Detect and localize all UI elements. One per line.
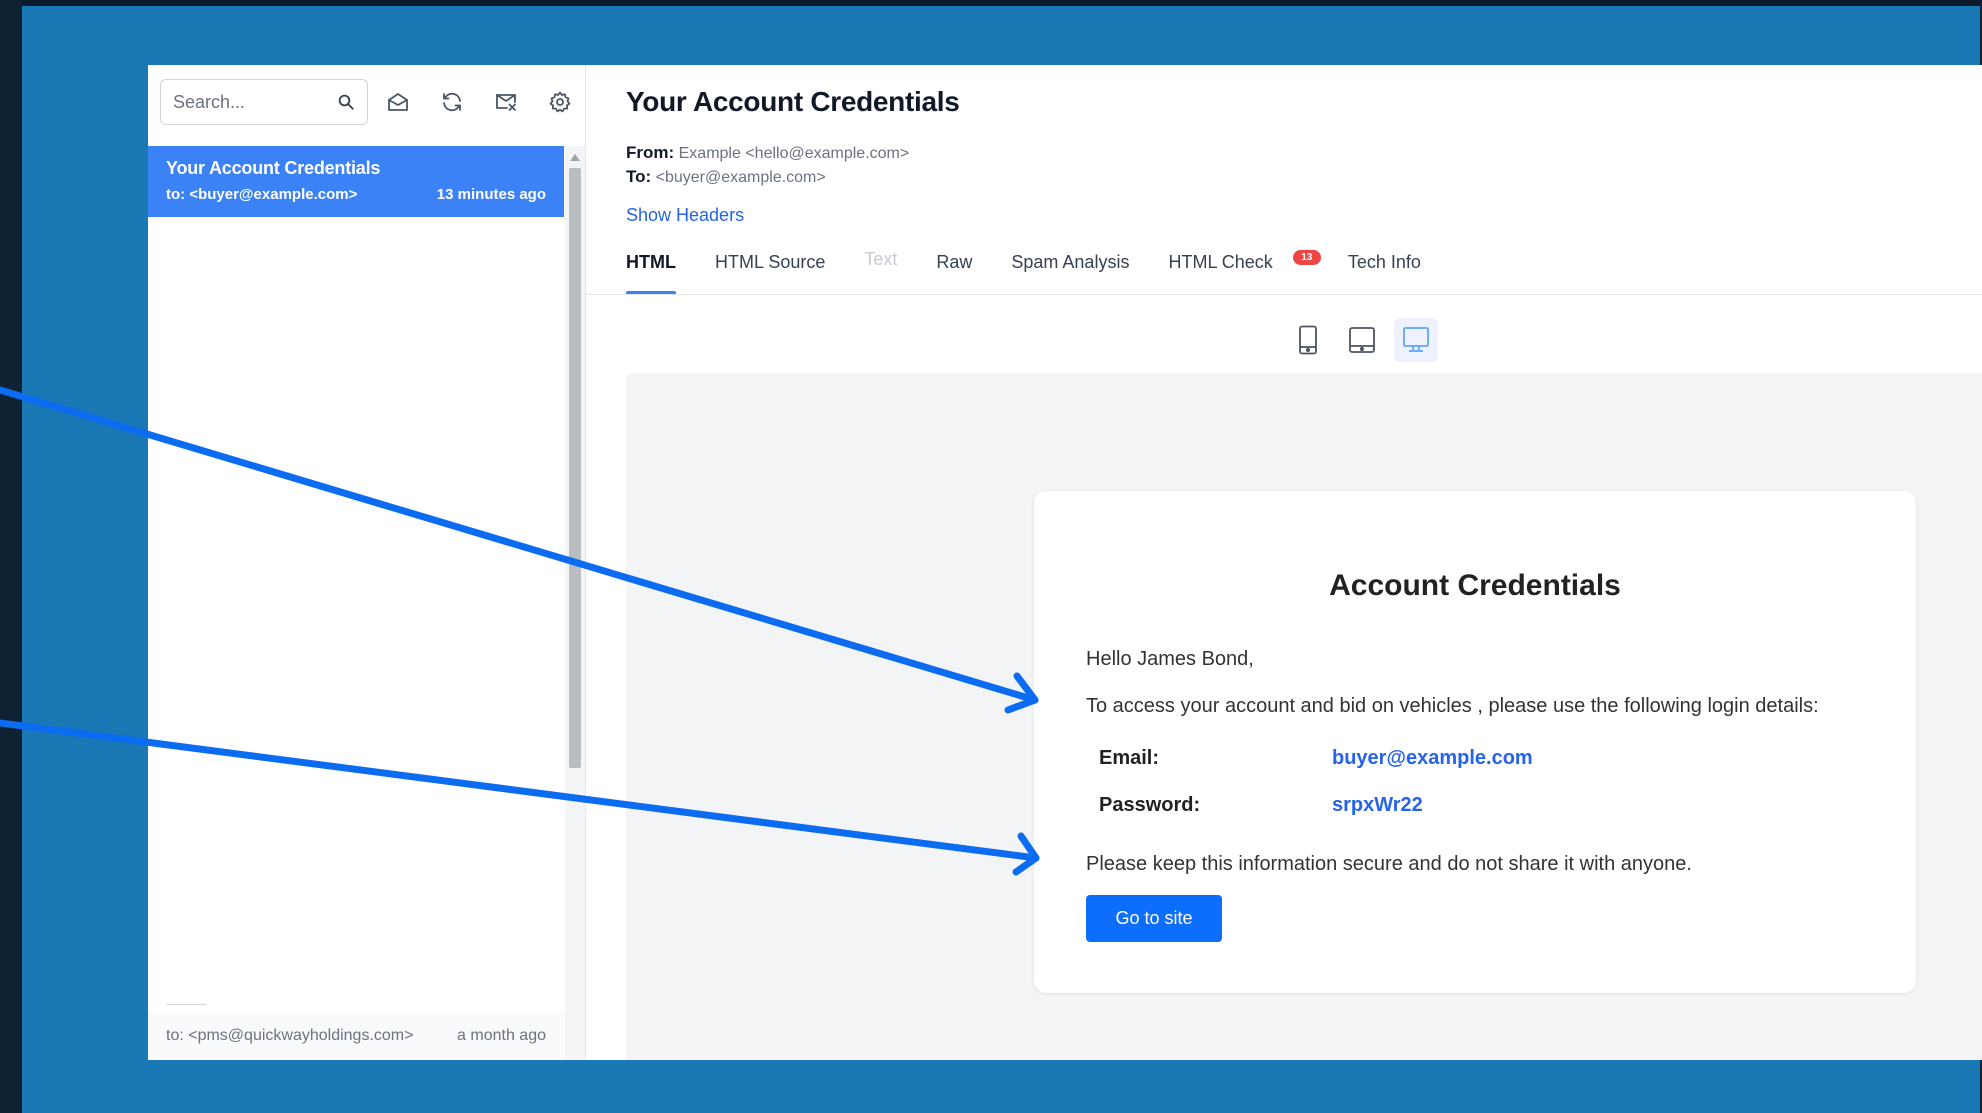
message-title: Your Account Credentials xyxy=(626,86,960,117)
message-subject: Your Account Credentials xyxy=(166,158,381,178)
message-item-footer[interactable]: to: <pms@quickwayholdings.com> a month a… xyxy=(148,1004,564,1060)
to-line: To: <buyer@example.com> xyxy=(626,167,826,187)
go-to-site-button[interactable]: Go to site xyxy=(1086,895,1222,942)
message-time: a month ago xyxy=(457,1027,546,1044)
mail-app-window: Your Account Credentials to: <buyer@exam… xyxy=(148,65,1982,1060)
device-preview-switcher xyxy=(586,318,1982,364)
tab-text[interactable]: Text xyxy=(864,243,897,295)
tab-spam-analysis[interactable]: Spam Analysis xyxy=(1011,243,1129,295)
tab-html-check-label: HTML Check xyxy=(1168,252,1273,272)
tab-html[interactable]: HTML xyxy=(626,243,676,295)
credential-row-password: Password: srpxWr22 xyxy=(1099,794,1423,817)
intro-text: To access your account and bid on vehicl… xyxy=(1086,695,1819,717)
frame-edge-left xyxy=(0,0,22,1113)
credential-row-email: Email: buyer@example.com xyxy=(1099,747,1533,770)
scroll-up-arrow-icon[interactable] xyxy=(570,154,580,161)
message-meta: to: <buyer@example.com> 13 minutes ago xyxy=(166,186,546,203)
password-value: srpxWr22 xyxy=(1332,794,1423,816)
message-item-selected[interactable]: Your Account Credentials to: <buyer@exam… xyxy=(148,146,564,217)
card-heading: Account Credentials xyxy=(1329,569,1621,602)
search-box[interactable] xyxy=(160,79,368,125)
tablet-icon[interactable] xyxy=(1340,318,1384,362)
gear-icon[interactable] xyxy=(548,90,572,114)
message-list: Your Account Credentials to: <buyer@exam… xyxy=(148,146,564,1060)
view-tabs: HTML HTML Source Text Raw Spam Analysis … xyxy=(626,243,1460,295)
tabs-divider xyxy=(586,294,1982,295)
tab-html-check[interactable]: HTML Check 13 xyxy=(1168,243,1321,295)
frame-edge-top xyxy=(0,0,1982,6)
tab-html-source[interactable]: HTML Source xyxy=(715,243,825,295)
refresh-icon[interactable] xyxy=(440,90,464,114)
greeting-text: Hello James Bond, xyxy=(1086,648,1254,670)
mark-read-icon[interactable] xyxy=(386,90,410,114)
email-value-link[interactable]: buyer@example.com xyxy=(1332,747,1533,770)
search-icon[interactable] xyxy=(337,93,355,111)
security-note: Please keep this information secure and … xyxy=(1086,853,1692,875)
email-label: Email: xyxy=(1099,747,1160,769)
search-input[interactable] xyxy=(173,91,337,113)
message-recipient: to: <pms@quickwayholdings.com> xyxy=(166,1027,414,1044)
from-line: From: Example <hello@example.com> xyxy=(626,143,909,163)
password-label: Password: xyxy=(1099,794,1201,816)
email-card: Account Credentials Hello James Bond, To… xyxy=(1034,491,1916,993)
message-recipient: to: <buyer@example.com> xyxy=(166,186,358,203)
to-value: <buyer@example.com> xyxy=(655,169,826,186)
to-label: To: xyxy=(626,167,652,186)
mobile-icon[interactable] xyxy=(1286,318,1330,362)
show-headers-link[interactable]: Show Headers xyxy=(626,205,744,226)
truncated-row-edge xyxy=(166,1004,206,1010)
message-list-scrollbar[interactable] xyxy=(565,146,585,1060)
desktop-icon[interactable] xyxy=(1393,318,1438,362)
sidebar: Your Account Credentials to: <buyer@exam… xyxy=(148,65,586,1060)
message-view: Your Account Credentials From: Example <… xyxy=(586,65,1982,1060)
clear-inbox-icon[interactable] xyxy=(494,90,518,114)
tab-tech-info[interactable]: Tech Info xyxy=(1348,243,1421,295)
sidebar-toolbar xyxy=(160,79,572,125)
scrollbar-thumb[interactable] xyxy=(569,168,581,768)
tab-raw[interactable]: Raw xyxy=(936,243,972,295)
message-time: 13 minutes ago xyxy=(436,186,546,203)
html-check-count-badge: 13 xyxy=(1292,250,1321,265)
from-value: Example <hello@example.com> xyxy=(678,145,910,162)
from-label: From: xyxy=(626,143,675,162)
email-preview-area: Account Credentials Hello James Bond, To… xyxy=(626,373,1982,1060)
